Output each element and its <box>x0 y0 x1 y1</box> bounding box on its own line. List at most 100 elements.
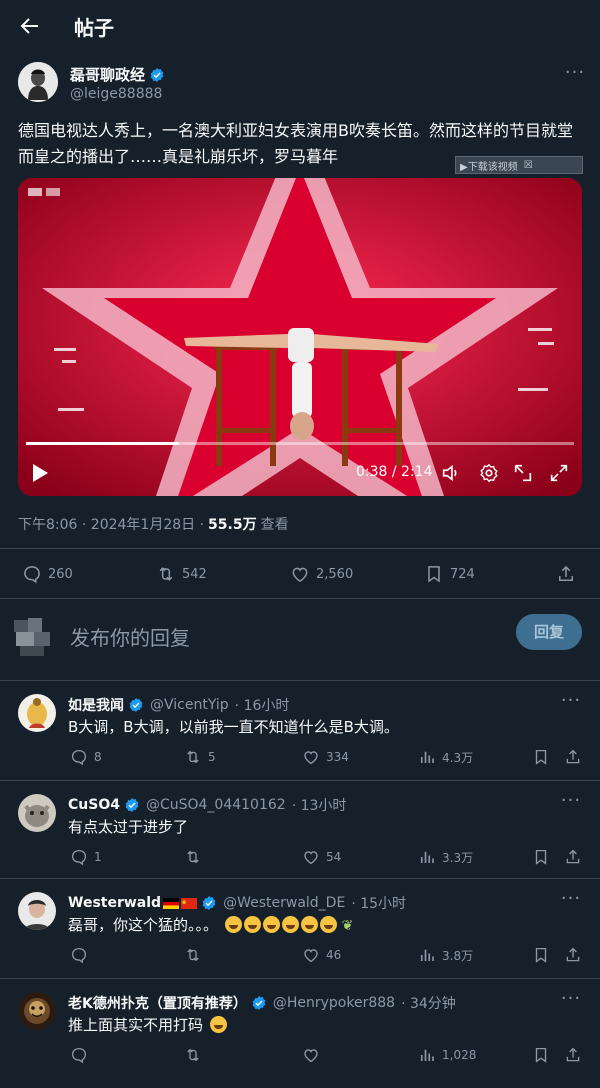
share-icon <box>564 748 582 766</box>
reply-item[interactable]: 如是我闻 @VicentYip · 16小时 ··· B大调，B大调，以前我一直… <box>0 682 600 780</box>
repost-icon <box>156 564 176 584</box>
share-button[interactable] <box>564 748 582 766</box>
repost-count: 5 <box>208 750 216 764</box>
author-handle[interactable]: @leige88888 <box>70 86 162 102</box>
reply-item[interactable]: Westerwald @Westerwald_DE · 15小时 ··· 磊哥，… <box>0 880 600 978</box>
reply-author-handle[interactable]: @VicentYip <box>150 697 229 713</box>
reply-author-handle[interactable]: @Henrypoker888 <box>273 995 395 1011</box>
repost-icon <box>184 848 202 866</box>
views-button[interactable]: 4.3万 <box>418 748 473 766</box>
share-button[interactable] <box>556 564 576 584</box>
volume-icon[interactable] <box>440 462 462 484</box>
close-icon[interactable]: ☒ <box>524 160 533 171</box>
repost-button[interactable] <box>184 1046 208 1064</box>
views-label: 查看 <box>260 517 289 533</box>
like-button[interactable]: 54 <box>302 848 341 866</box>
like-button[interactable]: 46 <box>302 946 341 964</box>
back-arrow-icon[interactable] <box>18 14 42 38</box>
reply-button[interactable]: 1 <box>70 848 102 866</box>
reply-header: CuSO4 @CuSO4_04410162 · 13小时 <box>68 795 346 815</box>
reply-author-handle[interactable]: @Westerwald_DE <box>223 895 345 911</box>
reply-time: · 34分钟 <box>401 996 456 1012</box>
reply-avatar[interactable] <box>18 794 56 832</box>
reply-actions: 46 3.8万 <box>0 946 600 970</box>
reply-time: · 16小时 <box>234 698 290 714</box>
reply-avatar[interactable] <box>18 892 56 930</box>
reply-button[interactable] <box>70 946 94 964</box>
reply-count: 260 <box>48 566 73 582</box>
repost-button[interactable]: 542 <box>156 564 207 584</box>
download-video-badge[interactable]: ▶下载该视频 ☒ <box>455 156 583 174</box>
divider <box>0 878 600 879</box>
reply-text: 推上面其实不用打码 <box>68 1016 204 1034</box>
more-icon[interactable]: ··· <box>560 792 582 818</box>
divider <box>0 978 600 979</box>
laughing-emoji-icon <box>224 916 242 933</box>
verified-badge-icon <box>124 797 140 813</box>
reply-item[interactable]: 老K德州扑克（置顶有推荐） @Henrypoker888 · 34分钟 ··· … <box>0 980 600 1088</box>
like-button[interactable] <box>302 1046 326 1064</box>
views-button[interactable]: 3.8万 <box>418 946 473 964</box>
share-icon <box>564 1046 582 1064</box>
more-icon[interactable]: ··· <box>560 890 582 916</box>
video-progress-bar[interactable] <box>26 442 574 445</box>
more-icon[interactable]: ··· <box>560 990 582 1016</box>
leaf-emoji-icon: ❦ <box>341 918 354 934</box>
like-icon <box>302 1046 320 1064</box>
post-timestamp[interactable]: 下午8:06 · 2024年1月28日 · <box>18 514 204 534</box>
video-progress-fill <box>26 442 180 445</box>
share-icon <box>556 564 576 584</box>
reply-button[interactable] <box>70 1046 94 1064</box>
bookmark-icon <box>532 848 550 866</box>
settings-icon[interactable] <box>478 462 500 484</box>
share-button[interactable] <box>564 848 582 866</box>
author-name[interactable]: 磊哥聊政经 <box>70 64 145 85</box>
reply-item[interactable]: CuSO4 @CuSO4_04410162 · 13小时 ··· 有点太过于进步… <box>0 782 600 880</box>
play-icon[interactable] <box>30 462 50 484</box>
bookmark-button[interactable] <box>532 748 550 766</box>
reply-icon <box>70 748 88 766</box>
bookmark-icon <box>532 1046 550 1064</box>
reply-author-name[interactable]: 如是我闻 <box>68 695 124 715</box>
share-button[interactable] <box>564 946 582 964</box>
views-count: 4.3万 <box>442 750 474 765</box>
like-button[interactable]: 2,560 <box>290 564 353 584</box>
reply-avatar[interactable] <box>18 992 56 1030</box>
author-name-row[interactable]: 磊哥聊政经 <box>70 64 165 85</box>
video-player[interactable]: 0:38 / 2:14 <box>18 178 582 496</box>
repost-button[interactable] <box>184 946 208 964</box>
reply-input[interactable]: 发布你的回复 <box>70 622 190 651</box>
bookmark-button[interactable] <box>532 1046 550 1064</box>
more-icon[interactable]: ··· <box>564 64 586 90</box>
reply-button[interactable]: 260 <box>22 564 73 584</box>
views-count: 3.3万 <box>442 850 474 865</box>
reply-author-name[interactable]: Westerwald <box>68 895 161 911</box>
like-button[interactable]: 334 <box>302 748 349 766</box>
post-author: 磊哥聊政经 @leige88888 ··· <box>18 62 588 106</box>
page-title: 帖子 <box>74 16 114 40</box>
author-avatar[interactable] <box>18 62 58 102</box>
bookmark-count: 724 <box>450 566 475 582</box>
laughing-emoji-icon <box>243 916 261 933</box>
more-icon[interactable]: ··· <box>560 692 582 718</box>
share-button[interactable] <box>564 1046 582 1064</box>
fullscreen-icon[interactable] <box>548 462 570 484</box>
reply-avatar[interactable] <box>18 694 56 732</box>
reply-submit-button[interactable]: 回复 <box>516 614 582 650</box>
bookmark-button[interactable] <box>532 848 550 866</box>
bookmark-button[interactable] <box>532 946 550 964</box>
reply-author-handle[interactable]: @CuSO4_04410162 <box>146 797 286 813</box>
views-button[interactable]: 3.3万 <box>418 848 473 866</box>
verified-badge-icon <box>128 697 144 713</box>
bookmark-button[interactable]: 724 <box>424 564 475 584</box>
reply-author-name[interactable]: CuSO4 <box>68 797 120 813</box>
repost-button[interactable] <box>184 848 208 866</box>
repost-button[interactable]: 5 <box>184 748 216 766</box>
reply-header: 如是我闻 @VicentYip · 16小时 <box>68 695 289 715</box>
reply-author-name[interactable]: 老K德州扑克（置顶有推荐） <box>68 993 247 1013</box>
reply-button[interactable]: 8 <box>70 748 102 766</box>
reply-text-row: 推上面其实不用打码 <box>68 1014 227 1035</box>
views-button[interactable]: 1,028 <box>418 1046 476 1064</box>
pip-icon[interactable] <box>512 462 534 484</box>
germany-flag-icon <box>163 897 180 909</box>
